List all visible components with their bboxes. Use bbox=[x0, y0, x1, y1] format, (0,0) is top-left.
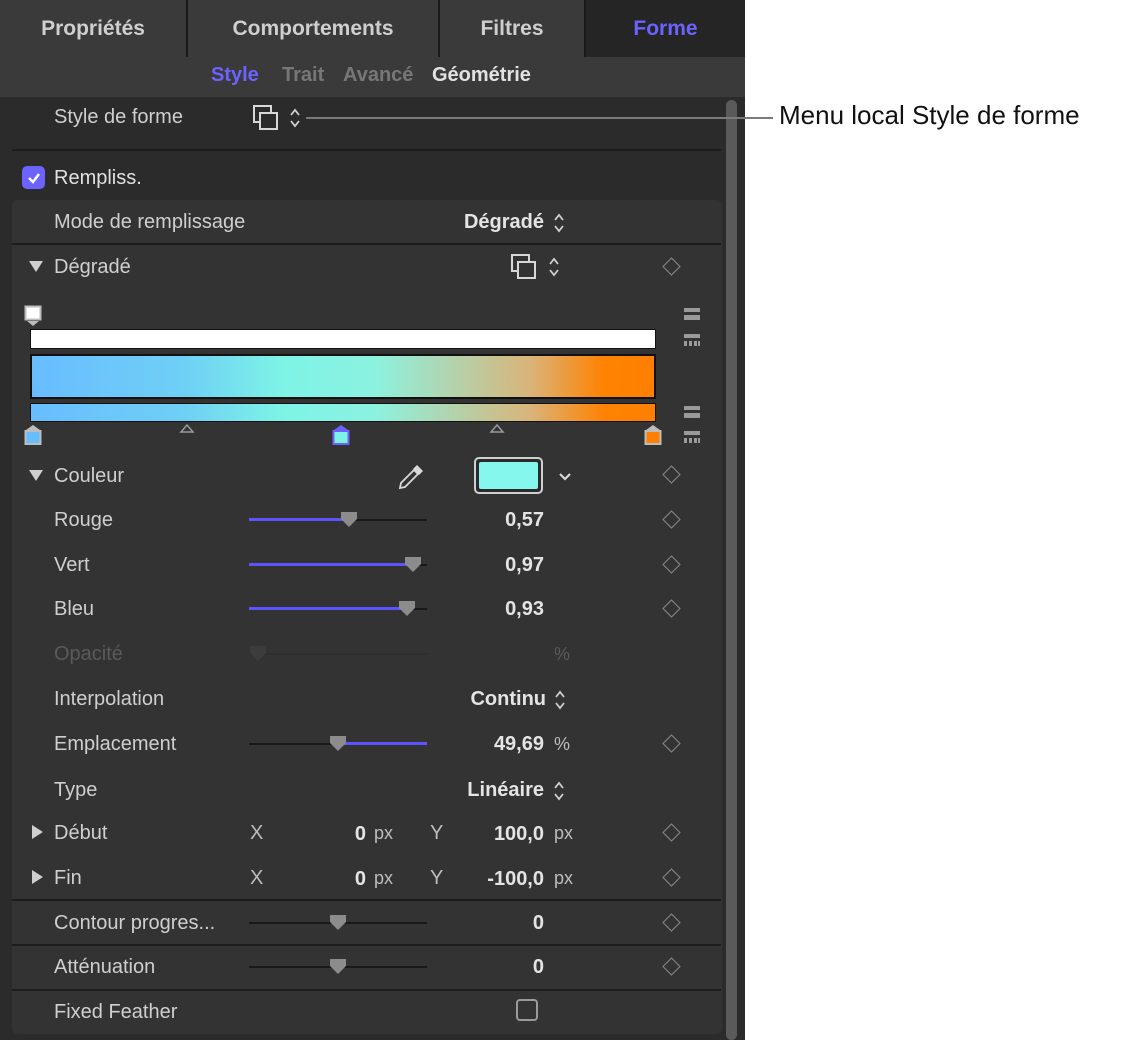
divider bbox=[12, 149, 721, 151]
updown-chevron-icon[interactable] bbox=[288, 107, 302, 129]
end-x-value[interactable]: 0 bbox=[300, 868, 366, 891]
updown-chevron-icon[interactable] bbox=[553, 689, 567, 711]
end-y-value[interactable]: -100,0 bbox=[452, 868, 544, 891]
subtab-geometrie[interactable]: Géométrie bbox=[432, 64, 531, 87]
shape-subtabs: Style Trait Avancé Géométrie bbox=[0, 57, 745, 97]
tab-comportements[interactable]: Comportements bbox=[188, 0, 440, 57]
fill-mode-label: Mode de remplissage bbox=[54, 211, 246, 233]
divider bbox=[12, 899, 721, 901]
fill-label: Rempliss. bbox=[54, 167, 142, 189]
fixed-feather-label: Fixed Feather bbox=[54, 1001, 178, 1023]
color-label: Couleur bbox=[54, 465, 125, 487]
location-unit: % bbox=[554, 734, 571, 754]
start-y-value[interactable]: 100,0 bbox=[462, 823, 544, 846]
red-value[interactable]: 0,57 bbox=[440, 509, 544, 532]
eyedropper-icon[interactable] bbox=[396, 462, 426, 492]
fixed-feather-checkbox[interactable] bbox=[516, 999, 538, 1021]
color-gradient-bar[interactable] bbox=[30, 403, 656, 422]
reverse-stops-icon[interactable] bbox=[683, 333, 701, 347]
green-label: Vert bbox=[54, 554, 90, 576]
tab-forme[interactable]: Forme bbox=[586, 0, 745, 57]
opacity-stop-marker[interactable] bbox=[24, 305, 42, 327]
disclosure-open-icon[interactable] bbox=[28, 468, 44, 482]
end-y-label: Y bbox=[430, 867, 444, 889]
divider bbox=[12, 989, 721, 991]
type-value[interactable]: Linéaire bbox=[440, 779, 544, 802]
shape-style-preset-icon[interactable] bbox=[252, 104, 280, 132]
divider bbox=[12, 243, 721, 245]
feather-value[interactable]: 0 bbox=[440, 912, 544, 935]
blue-value[interactable]: 0,93 bbox=[440, 598, 544, 621]
green-slider[interactable] bbox=[249, 555, 427, 575]
gradient-label: Dégradé bbox=[54, 256, 131, 278]
disclosure-closed-icon[interactable] bbox=[30, 869, 44, 885]
fill-mode-value[interactable]: Dégradé bbox=[440, 211, 544, 234]
checkmark-icon bbox=[27, 172, 40, 184]
opacity-slider bbox=[249, 644, 427, 664]
interpolation-value[interactable]: Continu bbox=[440, 688, 546, 711]
start-label: Début bbox=[54, 822, 108, 844]
gradient-preset-icon[interactable] bbox=[510, 253, 538, 281]
gradient-preview-bar bbox=[30, 354, 656, 399]
feather-slider[interactable] bbox=[249, 913, 427, 933]
blue-label: Bleu bbox=[54, 598, 95, 620]
subtab-style[interactable]: Style bbox=[211, 64, 259, 87]
opacity-gradient-bar[interactable] bbox=[30, 329, 656, 349]
interpolation-label: Interpolation bbox=[54, 688, 165, 710]
end-label: Fin bbox=[54, 867, 82, 889]
blue-slider[interactable] bbox=[249, 599, 427, 619]
callout-label: Menu local Style de forme bbox=[779, 100, 1080, 130]
midpoint-marker[interactable] bbox=[489, 423, 505, 433]
distribute-stops-icon[interactable] bbox=[683, 405, 701, 419]
scrollbar[interactable] bbox=[726, 100, 737, 1040]
falloff-label: Atténuation bbox=[54, 956, 156, 978]
start-y-label: Y bbox=[430, 822, 444, 844]
color-swatch bbox=[479, 462, 538, 489]
opacity-unit: % bbox=[554, 644, 571, 664]
falloff-slider[interactable] bbox=[249, 957, 427, 977]
callout-line bbox=[306, 117, 773, 119]
green-value[interactable]: 0,97 bbox=[440, 554, 544, 577]
midpoint-marker[interactable] bbox=[179, 423, 195, 433]
inspector-tabs: Propriétés Comportements Filtres Forme bbox=[0, 0, 745, 57]
opacity-label: Opacité bbox=[54, 643, 123, 665]
inspector-panel: Propriétés Comportements Filtres Forme S… bbox=[0, 0, 745, 1040]
subtab-trait[interactable]: Trait bbox=[282, 64, 324, 87]
location-value[interactable]: 49,69 bbox=[440, 733, 544, 756]
subtab-avance[interactable]: Avancé bbox=[343, 64, 413, 87]
falloff-value[interactable]: 0 bbox=[440, 956, 544, 979]
end-x-unit: px bbox=[374, 868, 394, 888]
updown-chevron-icon[interactable] bbox=[547, 256, 561, 278]
start-x-unit: px bbox=[374, 823, 394, 843]
tab-proprietes[interactable]: Propriétés bbox=[0, 0, 188, 57]
updown-chevron-icon[interactable] bbox=[552, 212, 566, 234]
chevron-down-icon[interactable] bbox=[558, 472, 572, 482]
type-label: Type bbox=[54, 779, 98, 801]
location-label: Emplacement bbox=[54, 733, 177, 755]
start-y-unit: px bbox=[554, 823, 574, 843]
start-x-label: X bbox=[250, 822, 264, 844]
divider bbox=[12, 944, 721, 946]
updown-chevron-icon[interactable] bbox=[552, 780, 566, 802]
red-slider[interactable] bbox=[249, 510, 427, 530]
feather-label: Contour progres... bbox=[54, 912, 216, 934]
disclosure-closed-icon[interactable] bbox=[30, 824, 44, 840]
color-stop-marker-selected[interactable] bbox=[332, 424, 350, 446]
color-well[interactable] bbox=[474, 457, 543, 494]
reverse-stops-icon[interactable] bbox=[683, 430, 701, 444]
tab-filtres[interactable]: Filtres bbox=[440, 0, 586, 57]
distribute-stops-icon[interactable] bbox=[683, 307, 701, 321]
color-stop-marker[interactable] bbox=[644, 424, 662, 446]
end-x-label: X bbox=[250, 867, 264, 889]
red-label: Rouge bbox=[54, 509, 113, 531]
start-x-value[interactable]: 0 bbox=[300, 823, 366, 846]
disclosure-open-icon[interactable] bbox=[28, 259, 44, 273]
color-stop-marker[interactable] bbox=[24, 424, 42, 446]
shape-style-label: Style de forme bbox=[54, 106, 183, 128]
end-y-unit: px bbox=[554, 868, 574, 888]
fill-checkbox[interactable] bbox=[22, 166, 45, 189]
location-slider[interactable] bbox=[249, 734, 427, 754]
